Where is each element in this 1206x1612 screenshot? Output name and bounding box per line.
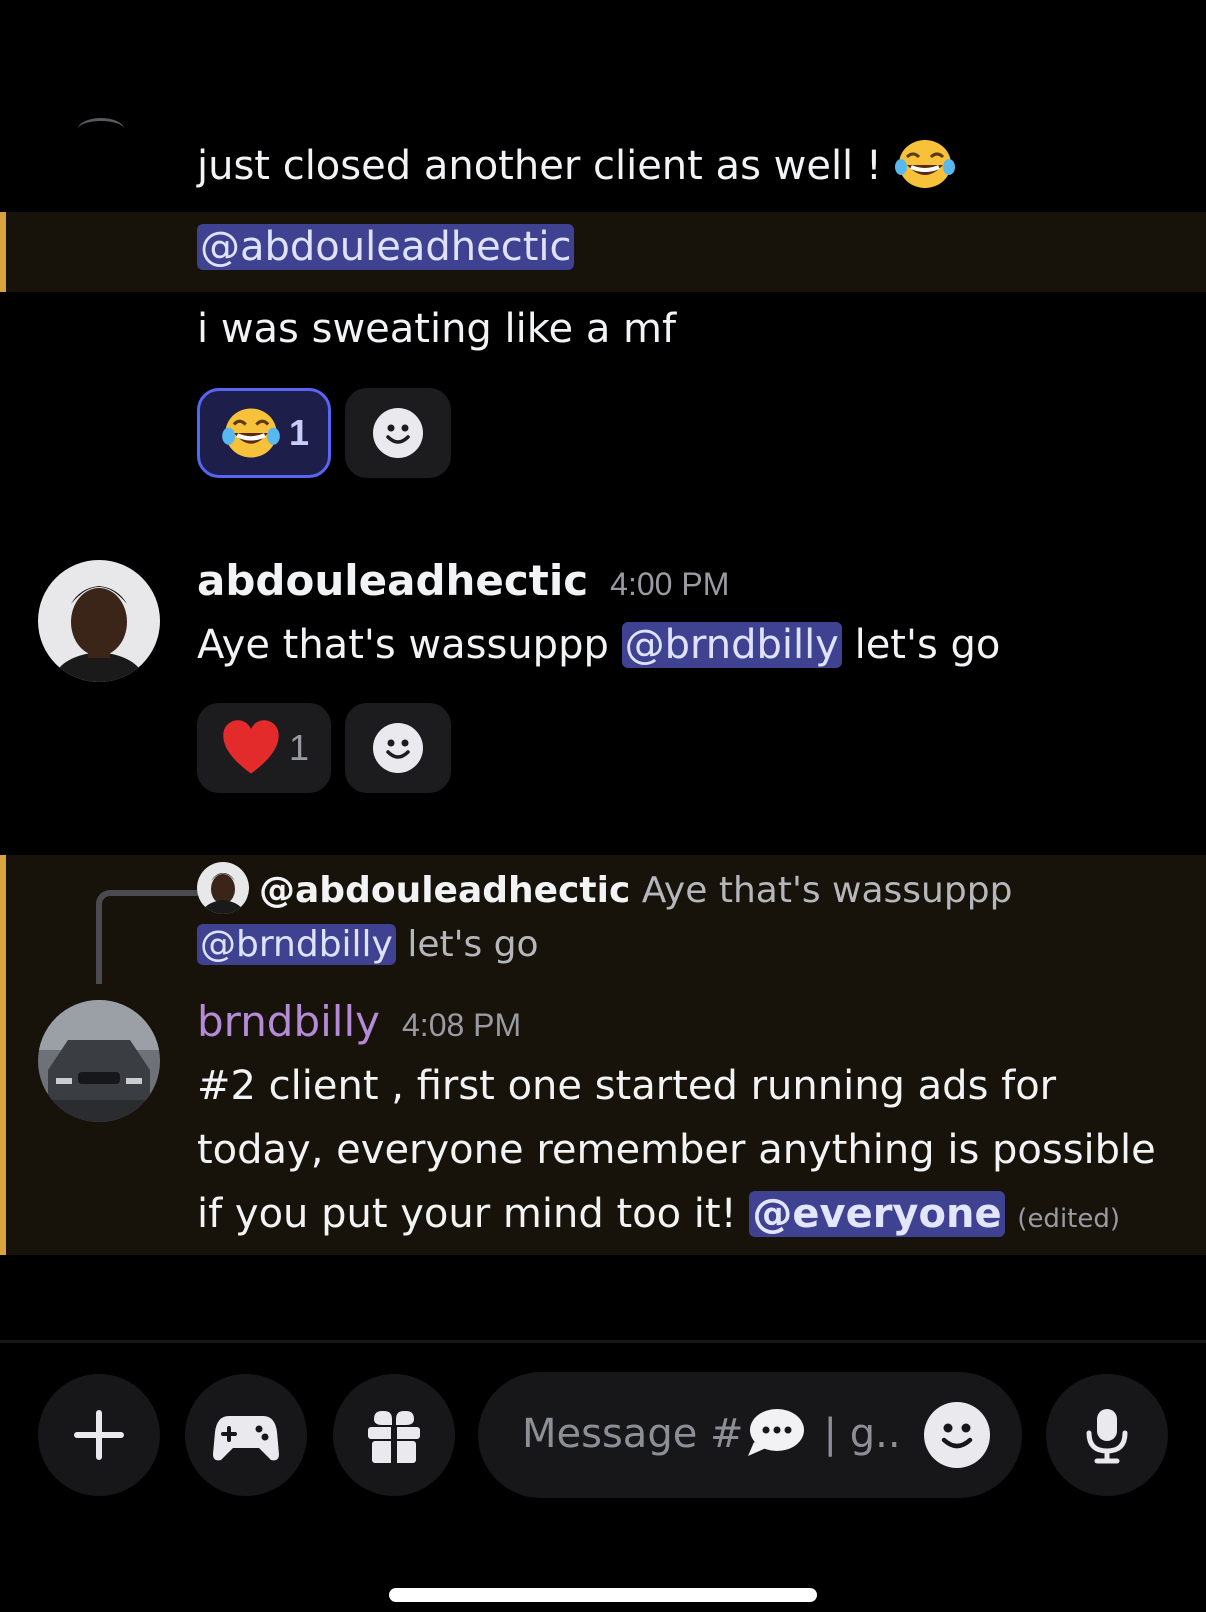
message-text-part: if you put your mind too it! xyxy=(197,1191,737,1237)
mention-brndbilly[interactable]: @brndbilly xyxy=(197,924,396,965)
reply-avatar xyxy=(197,862,249,914)
microphone-icon xyxy=(1086,1409,1128,1464)
add-reaction-button[interactable] xyxy=(345,703,451,793)
add-reaction-button[interactable] xyxy=(345,388,451,478)
voice-message-button[interactable] xyxy=(1046,1374,1168,1496)
message-text: if you put your mind too it! @everyone (… xyxy=(197,1188,1120,1245)
add-reaction-icon xyxy=(373,408,423,458)
message-text-part: let's go xyxy=(854,622,1001,668)
top-bar xyxy=(0,0,1206,124)
reply-preview-line2: @brndbilly let's go xyxy=(197,920,539,970)
reaction-laughing[interactable]: 1 xyxy=(197,388,331,478)
laughing-emoji-icon xyxy=(219,401,283,465)
plus-icon xyxy=(74,1410,124,1460)
avatar-abdouleadhectic[interactable] xyxy=(38,560,160,682)
reply-text-part: let's go xyxy=(407,924,539,965)
gift-button[interactable] xyxy=(333,1374,455,1496)
speech-bubble-icon xyxy=(744,1404,806,1460)
mention-everyone[interactable]: @everyone xyxy=(749,1191,1005,1237)
reply-connector-line xyxy=(96,890,202,984)
add-attachment-button[interactable] xyxy=(38,1374,160,1496)
gamepad-icon xyxy=(213,1416,279,1461)
message-input-placeholder: Message # | g.. xyxy=(522,1408,901,1464)
emoji-picker-button[interactable] xyxy=(924,1402,990,1468)
mention-highlight-bar xyxy=(0,212,6,292)
username-text: brndbilly xyxy=(197,997,380,1046)
reaction-heart[interactable]: 1 xyxy=(197,703,331,793)
reply-username: @abdouleadhectic xyxy=(259,870,631,911)
smile-icon xyxy=(941,1423,973,1449)
message-text: #2 client , first one started running ad… xyxy=(197,1063,1057,1109)
message-text-content: just closed another client as well ! xyxy=(197,143,882,189)
message-mention-line: @abdouleadhectic xyxy=(197,221,575,273)
activities-button[interactable] xyxy=(185,1374,307,1496)
heart-emoji-icon xyxy=(219,716,283,780)
message-text-part: Aye that's wassuppp xyxy=(197,622,609,668)
message-input[interactable]: Message # | g.. xyxy=(478,1372,1022,1498)
reply-preview[interactable]: @abdouleadhectic Aye that's wassuppp xyxy=(197,862,1013,918)
mention-highlight-bar xyxy=(0,855,6,1255)
mention-highlight-row xyxy=(0,212,1206,292)
laughing-emoji-icon xyxy=(894,137,955,191)
placeholder-text: | g.. xyxy=(823,1411,901,1457)
composer-divider xyxy=(0,1340,1206,1343)
mention-brndbilly[interactable]: @brndbilly xyxy=(621,622,842,668)
reaction-count: 1 xyxy=(288,727,310,768)
reply-text-part: Aye that's wassuppp xyxy=(641,870,1013,911)
message-text: today, everyone remember anything is pos… xyxy=(197,1127,1156,1173)
username-text: abdouleadhectic xyxy=(197,556,589,605)
mention-abdouleadhectic[interactable]: @abdouleadhectic xyxy=(197,224,575,270)
reaction-count: 1 xyxy=(288,412,310,453)
message-text: i was sweating like a mf xyxy=(197,306,677,352)
message-timestamp: 4:00 PM xyxy=(610,566,730,602)
home-indicator[interactable] xyxy=(389,1588,817,1602)
avatar-brndbilly[interactable] xyxy=(38,1000,160,1122)
message-text: Aye that's wassuppp @brndbilly let's go xyxy=(197,619,1000,671)
gift-icon xyxy=(368,1411,420,1463)
username-brndbilly[interactable]: brndbilly 4:08 PM xyxy=(197,996,521,1051)
placeholder-text: Message # xyxy=(522,1411,744,1457)
message-timestamp: 4:08 PM xyxy=(402,1007,522,1043)
edited-label: (edited) xyxy=(1017,1204,1121,1234)
username-abdouleadhectic[interactable]: abdouleadhectic 4:00 PM xyxy=(197,555,729,610)
add-reaction-icon xyxy=(373,723,423,773)
message-text: just closed another client as well ! xyxy=(197,140,955,195)
